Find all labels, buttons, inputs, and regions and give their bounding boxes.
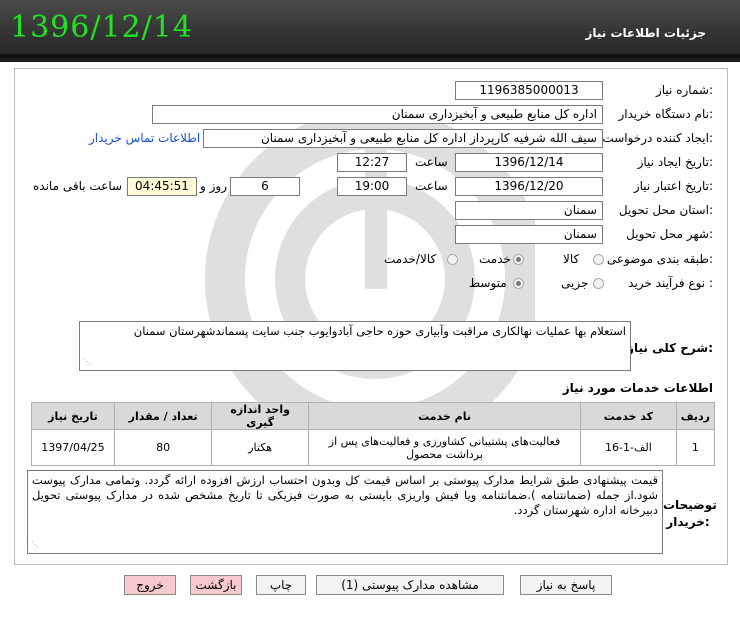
services-table: تاریخ نیاز تعداد / مقدار واحد اندازه گیر… (31, 402, 716, 466)
need-number-field: 1196385000013 (455, 81, 603, 100)
category-goods-radio[interactable] (593, 254, 604, 265)
remaining-days-field: 6 (230, 177, 300, 196)
view-attachments-button[interactable]: مشاهده مدارک پیوستی (1) (316, 575, 504, 595)
category-label: طبقه بندی موضوعی: (606, 252, 713, 266)
created-date-field: 1396/12/14 (455, 153, 603, 172)
category-goods-service-label: کالا/خدمت (384, 252, 437, 266)
validity-date-field: 1396/12/20 (455, 177, 603, 196)
reply-button[interactable]: پاسخ به نیاز (520, 575, 612, 595)
need-number-label: شماره نیاز: (655, 83, 713, 97)
category-goods-label: کالا (563, 252, 580, 266)
col-date-header: تاریخ نیاز (31, 402, 115, 430)
col-code-header: کد خدمت (580, 402, 677, 430)
cell-name: فعالیت‌های پشتیبانی کشاورزی و فعالیت‌های… (307, 429, 582, 466)
buyer-field: اداره کل منابع طبیعی و آبخیزداری سمنان (152, 105, 603, 124)
buyer-notes-label: توضیحات خریدار: (663, 498, 717, 529)
process-type-label: نوع فرآیند خرید : (628, 276, 713, 290)
category-goods-service-radio[interactable] (447, 254, 458, 265)
resize-grip-icon[interactable]: ⋰ (31, 537, 39, 552)
province-label: استان محل تحویل: (618, 203, 713, 217)
validity-time-field: 19:00 (337, 177, 407, 196)
created-time-field: 12:27 (337, 153, 407, 172)
page-title: جزئیات اطلاعات نیاز (585, 26, 706, 40)
cell-row: 1 (675, 429, 716, 466)
category-service-label: خدمت (479, 252, 511, 266)
print-button[interactable]: چاپ (256, 575, 306, 595)
buyer-contact-link[interactable]: اطلاعات تماس خریدار (89, 131, 200, 145)
created-date-label: تاریخ ایجاد نیاز: (637, 155, 713, 169)
process-minor-label: جزیی (561, 276, 589, 290)
buyer-notes-text: قیمت پیشنهادی طبق شرایط مدارک پیوستی بر … (32, 473, 658, 517)
resize-grip-icon[interactable]: ⋰ (83, 354, 91, 369)
buyer-label: نام دستگاه خریدار: (618, 107, 714, 121)
cell-date: 1397/04/25 (31, 429, 115, 466)
buyer-notes-textarea[interactable]: قیمت پیشنهادی طبق شرایط مدارک پیوستی بر … (27, 470, 663, 554)
col-name-header: نام خدمت (307, 402, 582, 430)
details-panel: شماره نیاز: 1196385000013 نام دستگاه خری… (14, 68, 728, 565)
category-service-radio[interactable] (513, 254, 524, 265)
creator-label: ایجاد کننده درخواست: (602, 131, 713, 145)
process-medium-radio[interactable] (513, 278, 524, 289)
summary-text: استعلام بها عملیات نهالکاری مراقبت وآبیا… (133, 324, 626, 338)
created-time-label: ساعت (415, 155, 448, 169)
cell-unit: هکتار (211, 429, 309, 466)
remaining-time-field: 04:45:51 (127, 177, 197, 196)
table-row: 1397/04/25 80 هکتار فعالیت‌های پشتیبانی … (31, 429, 716, 466)
header-date: 1396/12/14 (10, 10, 193, 45)
services-header-row: تاریخ نیاز تعداد / مقدار واحد اندازه گیر… (31, 402, 716, 430)
summary-label: شرح کلی نیاز: (627, 341, 713, 355)
day-label: روز و (200, 179, 227, 193)
creator-field: سیف الله شرفیه کارپرداز اداره کل منابع ط… (203, 129, 603, 148)
process-minor-radio[interactable] (593, 278, 604, 289)
process-medium-label: متوسط (469, 276, 507, 290)
summary-textarea[interactable]: استعلام بها عملیات نهالکاری مراقبت وآبیا… (79, 321, 631, 371)
city-label: شهر محل تحویل: (626, 227, 713, 241)
cell-code: الف-1-16 (580, 429, 677, 466)
city-field: سمنان (455, 225, 603, 244)
services-section-title: اطلاعات خدمات مورد نیاز (562, 381, 713, 395)
col-row-header: ردیف (675, 402, 716, 430)
back-button[interactable]: بازگشت (190, 575, 242, 595)
validity-time-label: ساعت (415, 179, 448, 193)
remaining-time-label: ساعت باقی مانده (33, 179, 123, 193)
header-bar: 1396/12/14 جزئیات اطلاعات نیاز (0, 0, 740, 62)
cell-qty: 80 (113, 429, 213, 466)
col-qty-header: تعداد / مقدار (113, 402, 213, 430)
validity-date-label: تاریخ اعتبار نیاز: (633, 179, 713, 193)
exit-button[interactable]: خروج (124, 575, 176, 595)
col-unit-header: واحد اندازه گیری (211, 402, 309, 430)
province-field: سمنان (455, 201, 603, 220)
